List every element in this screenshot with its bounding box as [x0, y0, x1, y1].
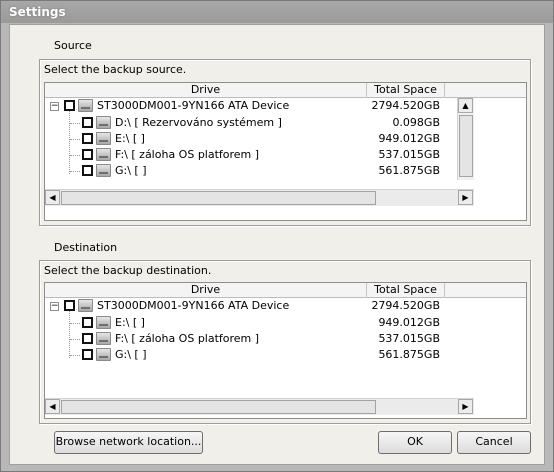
destination-partition-label: G:\ [ ] — [115, 348, 147, 361]
hard-drive-icon — [78, 299, 93, 312]
destination-partition-row[interactable]: G:\ [ ] 561.875GB — [45, 347, 505, 363]
source-tree-header: Drive Total Space — [45, 83, 526, 98]
source-device-checkbox[interactable] — [64, 100, 75, 111]
hard-drive-icon — [96, 348, 111, 361]
source-horizontal-thumb[interactable] — [61, 191, 376, 205]
destination-partition-space: 537.015GB — [378, 332, 440, 345]
source-horizontal-scrollbar[interactable]: ◀ ▶ — [45, 189, 474, 206]
dialog-body: Source Select the backup source. Drive T… — [9, 24, 545, 465]
source-partition-label: G:\ [ ] — [115, 164, 147, 177]
source-partition-row[interactable]: F:\ [ záloha OS platforem ] 537.015GB — [45, 147, 475, 163]
source-partition-label: F:\ [ záloha OS platforem ] — [115, 148, 260, 161]
hard-drive-icon — [96, 116, 111, 129]
destination-device-space: 2794.520GB — [371, 299, 440, 312]
source-drive-tree[interactable]: Drive Total Space − ST3000DM001-9YN166 A… — [44, 82, 527, 221]
destination-tree-header: Drive Total Space — [45, 283, 526, 298]
source-partition-label: E:\ [ ] — [115, 132, 145, 145]
source-partition-checkbox[interactable] — [82, 117, 93, 128]
hard-drive-icon — [96, 164, 111, 177]
destination-column-space[interactable]: Total Space — [367, 283, 445, 298]
scroll-left-icon[interactable]: ◀ — [45, 190, 60, 205]
destination-partition-row[interactable]: E:\ [ ] 949.012GB — [45, 315, 505, 331]
destination-section-label: Destination — [54, 241, 118, 254]
source-partition-space: 0.098GB — [392, 116, 440, 129]
hard-drive-icon — [96, 316, 111, 329]
destination-partition-space: 561.875GB — [378, 348, 440, 361]
scroll-left-icon[interactable]: ◀ — [45, 399, 60, 414]
destination-partition-checkbox[interactable] — [82, 333, 93, 344]
source-partition-checkbox[interactable] — [82, 149, 93, 160]
dialog-title: Settings — [1, 1, 553, 23]
settings-dialog: Settings Source Select the backup source… — [0, 0, 554, 472]
hard-drive-icon — [96, 132, 111, 145]
source-partition-checkbox[interactable] — [82, 133, 93, 144]
source-device-space: 2794.520GB — [371, 99, 440, 112]
destination-device-row[interactable]: − ST3000DM001-9YN166 ATA Device 2794.520… — [45, 298, 505, 314]
source-partition-row[interactable]: G:\ [ ] 561.875GB — [45, 163, 475, 179]
destination-partition-label: E:\ [ ] — [115, 316, 145, 329]
destination-horizontal-scrollbar[interactable]: ◀ ▶ — [45, 398, 474, 415]
hard-drive-icon — [78, 99, 93, 112]
source-partition-row[interactable]: E:\ [ ] 949.012GB — [45, 131, 475, 147]
browse-network-button[interactable]: Browse network location... — [54, 431, 203, 454]
destination-drive-tree[interactable]: Drive Total Space − ST3000DM001-9YN166 A… — [44, 282, 527, 419]
source-device-row[interactable]: − ST3000DM001-9YN166 ATA Device 2794.520… — [45, 98, 475, 114]
source-section-label: Source — [54, 39, 92, 52]
source-vertical-scrollbar[interactable]: ▲ — [457, 98, 474, 180]
destination-group: Select the backup destination. Drive Tot… — [39, 260, 531, 424]
source-partition-space: 537.015GB — [378, 148, 440, 161]
destination-partition-checkbox[interactable] — [82, 349, 93, 360]
destination-partition-label: F:\ [ záloha OS platforem ] — [115, 332, 260, 345]
collapse-icon[interactable]: − — [50, 302, 59, 311]
destination-partition-row[interactable]: F:\ [ záloha OS platforem ] 537.015GB — [45, 331, 505, 347]
source-column-drive[interactable]: Drive — [45, 83, 367, 98]
source-partition-space: 949.012GB — [378, 132, 440, 145]
destination-column-drive[interactable]: Drive — [45, 283, 367, 298]
hard-drive-icon — [96, 332, 111, 345]
source-column-space[interactable]: Total Space — [367, 83, 445, 98]
destination-device-name: ST3000DM001-9YN166 ATA Device — [97, 299, 290, 312]
source-device-name: ST3000DM001-9YN166 ATA Device — [97, 99, 290, 112]
source-partition-row[interactable]: D:\ [ Rezervováno systémem ] 0.098GB — [45, 115, 475, 131]
source-partition-checkbox[interactable] — [82, 165, 93, 176]
scroll-right-icon[interactable]: ▶ — [458, 190, 473, 205]
destination-horizontal-thumb[interactable] — [61, 400, 376, 414]
source-vertical-thumb[interactable] — [459, 115, 473, 177]
destination-caption: Select the backup destination. — [44, 264, 212, 277]
source-group: Select the backup source. Drive Total Sp… — [39, 59, 531, 226]
destination-partition-space: 949.012GB — [378, 316, 440, 329]
destination-device-checkbox[interactable] — [64, 300, 75, 311]
destination-partition-checkbox[interactable] — [82, 317, 93, 328]
source-partition-space: 561.875GB — [378, 164, 440, 177]
source-caption: Select the backup source. — [44, 63, 187, 76]
cancel-button[interactable]: Cancel — [457, 431, 531, 454]
ok-button[interactable]: OK — [378, 431, 452, 454]
collapse-icon[interactable]: − — [50, 102, 59, 111]
scroll-up-icon[interactable]: ▲ — [458, 98, 473, 113]
scroll-right-icon[interactable]: ▶ — [458, 399, 473, 414]
source-partition-label: D:\ [ Rezervováno systémem ] — [115, 116, 282, 129]
hard-drive-icon — [96, 148, 111, 161]
